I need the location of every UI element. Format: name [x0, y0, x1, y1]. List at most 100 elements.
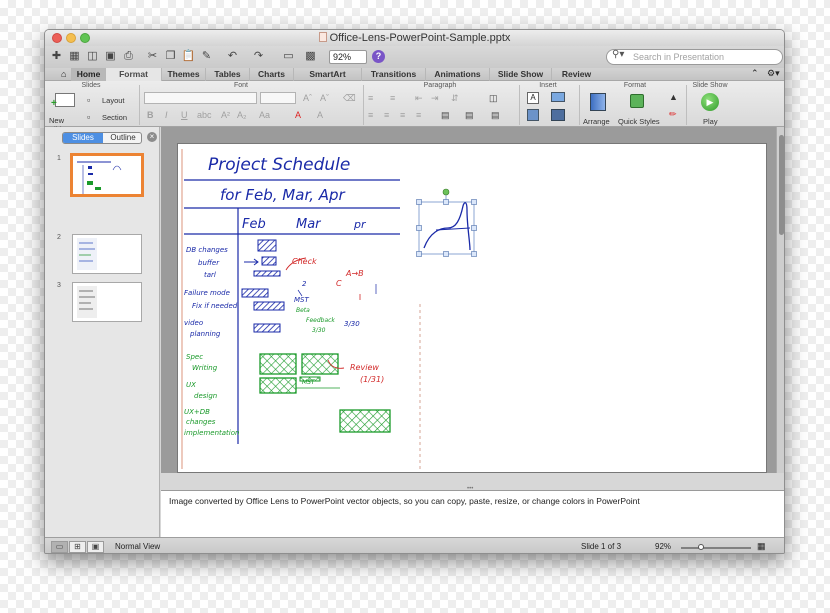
play-button[interactable]: ▶ Play — [695, 91, 725, 126]
clear-format-icon[interactable]: ⌫ — [343, 93, 356, 104]
underline-icon[interactable]: U — [181, 110, 188, 120]
decrease-indent-icon[interactable]: ⇤ — [415, 93, 423, 104]
normal-view-icon[interactable]: ▭ — [51, 541, 68, 553]
convert-smartart-icon[interactable]: ▤ — [491, 110, 500, 121]
bullets-icon[interactable]: ≡ — [368, 93, 373, 103]
align-text-icon[interactable]: ▤ — [465, 110, 474, 121]
tab-animations[interactable]: Animations — [425, 68, 489, 81]
selected-ink-object[interactable] — [416, 188, 477, 257]
section-button[interactable]: Section — [102, 113, 127, 122]
zoom-percent: 92% — [655, 542, 672, 551]
bold-icon[interactable]: B — [147, 110, 154, 120]
superscript-icon[interactable]: A² — [221, 110, 230, 120]
month-label: Mar — [296, 217, 322, 232]
slide-thumbnail-1[interactable] — [70, 153, 144, 197]
fit-to-window-icon[interactable]: ▦ — [757, 541, 766, 552]
align-left-icon[interactable]: ≡ — [368, 110, 373, 120]
search-input[interactable]: Search in Presentation — [606, 49, 783, 65]
grow-font-icon[interactable]: Aˆ — [303, 93, 312, 103]
collapse-ribbon-icon[interactable]: ⌃ — [751, 68, 759, 79]
close-pane-icon[interactable]: × — [147, 132, 157, 142]
close-window-button[interactable] — [52, 33, 62, 43]
media-browser-icon[interactable] — [551, 109, 565, 121]
tab-charts[interactable]: Charts — [249, 68, 293, 81]
slide-thumbnail-2[interactable] — [72, 234, 142, 274]
month-label: pr — [353, 218, 367, 231]
save-icon[interactable]: ▣ — [103, 49, 118, 64]
numbering-icon[interactable]: ≡ — [390, 93, 395, 103]
tab-tables[interactable]: Tables — [205, 68, 249, 81]
align-right-icon[interactable]: ≡ — [400, 110, 405, 120]
shadow-icon[interactable]: abc — [197, 110, 212, 120]
slide-thumbnail-3[interactable] — [72, 282, 142, 322]
italic-icon[interactable]: I — [165, 110, 168, 120]
tab-format[interactable]: Format — [105, 68, 161, 81]
scrollbar-thumb[interactable] — [779, 135, 784, 235]
columns-icon[interactable]: ◫ — [489, 93, 498, 104]
open-icon[interactable]: ◫ — [85, 49, 100, 64]
font-name-field[interactable] — [144, 92, 257, 104]
arrange-button[interactable]: Arrange — [581, 91, 615, 126]
undo-icon[interactable]: ↶ — [225, 49, 240, 64]
zoom-select[interactable]: 92% — [329, 50, 367, 64]
tab-review[interactable]: Review — [551, 68, 601, 81]
tab-home[interactable]: Home — [71, 68, 105, 81]
line-spacing-icon[interactable]: ⇵ — [451, 93, 459, 104]
paste-icon[interactable]: 📋 — [181, 49, 196, 64]
subscript-icon[interactable]: A₂ — [237, 110, 247, 120]
task-label: UX+DB — [184, 408, 210, 416]
tab-slide-show[interactable]: Slide Show — [489, 68, 551, 81]
shape-icon[interactable] — [527, 109, 539, 121]
slide-show-view-icon[interactable]: ▣ — [87, 541, 104, 553]
zoom-slider[interactable] — [681, 544, 751, 550]
minimize-window-button[interactable] — [66, 33, 76, 43]
slide-icon[interactable]: ▭ — [281, 49, 296, 64]
tab-slides[interactable]: Slides — [63, 133, 103, 143]
new-icon[interactable]: ✚ — [49, 49, 64, 64]
ribbon: Slides Font Paragraph Insert Format Slid… — [45, 81, 784, 134]
annotation-text: (1/31) — [360, 375, 384, 384]
justify-icon[interactable]: ≡ — [416, 110, 421, 120]
status-bar: ▭ ⊞ ▣ Normal View Slide 1 of 3 92% ▦ — [45, 537, 784, 553]
tab-smartart[interactable]: SmartArt — [293, 68, 361, 81]
slide-canvas[interactable]: Project Schedule for Feb, Mar, Apr Feb M… — [177, 143, 767, 473]
gallery-icon[interactable]: ▦ — [67, 49, 82, 64]
change-case-icon[interactable]: Aa — [259, 110, 270, 120]
slide-sorter-icon[interactable]: ⊞ — [69, 541, 86, 553]
format-painter-icon[interactable]: ✎ — [199, 49, 214, 64]
quick-styles-button[interactable]: Quick Styles — [617, 91, 663, 126]
cut-icon[interactable]: ✂ — [145, 49, 160, 64]
redo-icon[interactable]: ↷ — [251, 49, 266, 64]
text-effect-icon[interactable]: A — [317, 110, 323, 120]
layout-button[interactable]: Layout — [102, 96, 125, 105]
zoom-slider-knob[interactable] — [698, 544, 704, 550]
thumb-number: 3 — [57, 282, 61, 289]
fill-icon[interactable]: ▲ — [669, 92, 678, 102]
tab-transitions[interactable]: Transitions — [361, 68, 425, 81]
annotation-text: MST — [302, 379, 316, 386]
shrink-font-icon[interactable]: Aˇ — [320, 93, 329, 103]
vertical-scrollbar[interactable] — [776, 127, 784, 473]
settings-gear-icon[interactable]: ⚙▾ — [767, 68, 780, 79]
maximize-window-button[interactable] — [80, 33, 90, 43]
thumb-number: 2 — [57, 234, 61, 241]
new-slide-button[interactable]: + New Slide — [49, 91, 81, 134]
tab-outline[interactable]: Outline — [103, 133, 141, 143]
align-center-icon[interactable]: ≡ — [384, 110, 389, 120]
text-direction-icon[interactable]: ▤ — [441, 110, 450, 121]
text-box-icon[interactable]: A — [527, 92, 539, 104]
tab-themes[interactable]: Themes — [161, 68, 205, 81]
notes-pane[interactable]: Image converted by Office Lens to PowerP… — [161, 490, 784, 537]
line-color-icon[interactable]: ✏ — [669, 109, 677, 120]
copy-icon[interactable]: ❐ — [163, 49, 178, 64]
pane-tabs: Slides Outline — [62, 132, 142, 144]
increase-indent-icon[interactable]: ⇥ — [431, 93, 439, 104]
font-size-field[interactable] — [260, 92, 296, 104]
annotation-text: 3/30 — [312, 327, 326, 334]
picture-icon[interactable] — [551, 92, 565, 102]
font-color-icon[interactable]: A — [295, 110, 301, 120]
print-icon[interactable]: ⎙ — [121, 49, 136, 64]
media-icon[interactable]: ▩ — [303, 49, 318, 64]
annotation-text: MST — [294, 296, 309, 304]
help-button[interactable]: ? — [372, 50, 385, 63]
